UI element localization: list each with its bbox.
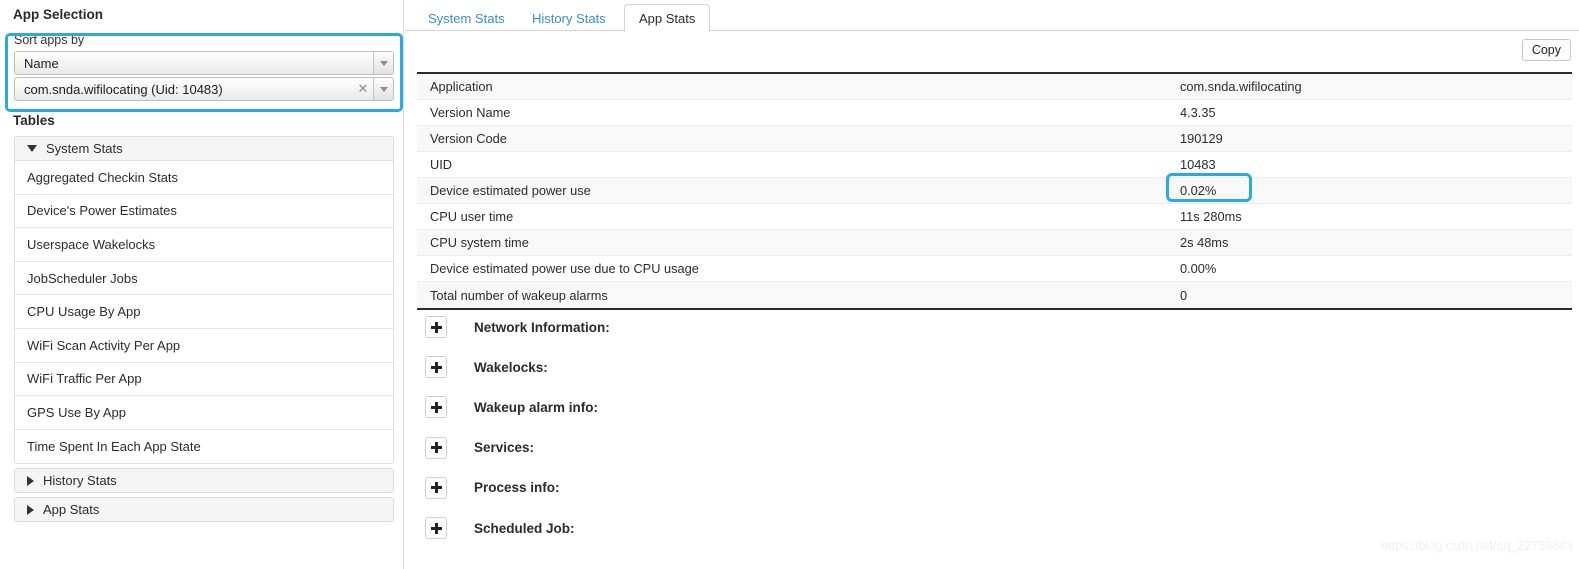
table-cell-key: Application <box>430 79 493 94</box>
table-row: CPU user time 11s 280ms <box>417 204 1572 230</box>
accordion-header-label: App Stats <box>43 502 100 518</box>
plus-icon[interactable] <box>425 436 447 459</box>
accordion-header-history-stats[interactable]: History Stats <box>14 468 394 494</box>
section-label: Wakelocks: <box>474 359 548 375</box>
tab-history-stats[interactable]: History Stats <box>517 4 621 32</box>
accordion-header-label: System Stats <box>46 141 123 156</box>
app-selection-heading: App Selection <box>13 7 104 22</box>
tab-system-stats[interactable]: System Stats <box>413 4 520 32</box>
sort-apps-by-label: Sort apps by <box>14 33 85 47</box>
table-row: UID 10483 <box>417 152 1572 178</box>
table-cell-value: 2s 48ms <box>1180 235 1229 250</box>
accordion-group-system-stats: System Stats Aggregated Checkin Stats De… <box>14 136 394 465</box>
section-label: Network Information: <box>474 319 610 335</box>
copy-button[interactable]: Copy <box>1521 39 1571 61</box>
table-cell-key: CPU user time <box>430 209 514 224</box>
section-label: Services: <box>474 440 535 456</box>
table-list-item[interactable]: GPS Use By App <box>15 396 393 430</box>
plus-icon[interactable] <box>425 356 447 379</box>
section-label: Scheduled Job: <box>474 520 575 536</box>
section-scheduled-job[interactable]: Scheduled Job: <box>417 508 1417 548</box>
table-cell-key: Total number of wakeup alarms <box>430 287 608 303</box>
table-cell-key: CPU system time <box>430 235 529 250</box>
tables-heading: Tables <box>13 113 55 128</box>
chevron-down-icon[interactable] <box>373 52 393 74</box>
accordion-group-app-stats: App Stats <box>14 497 394 523</box>
table-cell-key: Device estimated power use due to CPU us… <box>430 261 699 276</box>
triangle-right-icon <box>27 475 34 486</box>
triangle-right-icon <box>27 504 34 515</box>
chevron-down-icon[interactable] <box>373 78 393 100</box>
section-wakeup-alarm-info[interactable]: Wakeup alarm info: <box>417 387 1417 427</box>
expandable-sections: Network Information: Wakelocks: Wakeup a… <box>417 307 1417 548</box>
accordion-header-app-stats[interactable]: App Stats <box>14 497 394 523</box>
battery-historian-app-stats-page: App Selection Sort apps by Name com.snda… <box>0 0 1579 569</box>
plus-icon[interactable] <box>425 396 447 419</box>
table-cell-value: 190129 <box>1180 131 1223 146</box>
plus-icon[interactable] <box>425 476 447 499</box>
section-network-information[interactable]: Network Information: <box>417 307 1417 347</box>
table-cell-value: 0 <box>1180 287 1188 303</box>
sidebar: App Selection Sort apps by Name com.snda… <box>0 0 404 569</box>
tab-app-stats[interactable]: App Stats <box>624 4 711 32</box>
section-services[interactable]: Services: <box>417 428 1417 468</box>
table-list-item[interactable]: WiFi Traffic Per App <box>15 363 393 397</box>
section-label: Wakeup alarm info: <box>474 399 599 415</box>
accordion-group-history-stats: History Stats <box>14 468 394 494</box>
close-icon[interactable]: ✕ <box>353 78 373 100</box>
table-cell-value: com.snda.wifilocating <box>1180 79 1302 94</box>
table-row: Device estimated power use 0.02% <box>417 178 1572 204</box>
table-row: Version Name 4.3.35 <box>417 100 1572 126</box>
section-wakelocks[interactable]: Wakelocks: <box>417 347 1417 387</box>
table-row: Application com.snda.wifilocating <box>417 74 1572 100</box>
table-list-item[interactable]: Time Spent In Each App State <box>15 430 393 464</box>
table-row: Version Code 190129 <box>417 126 1572 152</box>
table-cell-value: 11s 280ms <box>1180 209 1242 224</box>
section-process-info[interactable]: Process info: <box>417 468 1417 508</box>
table-list-item[interactable]: JobScheduler Jobs <box>15 262 393 296</box>
table-cell-value: 10483 <box>1180 157 1216 172</box>
accordion-header-system-stats[interactable]: System Stats <box>14 136 394 161</box>
table-list-item[interactable]: WiFi Scan Activity Per App <box>15 329 393 363</box>
table-list-item[interactable]: Device's Power Estimates <box>15 195 393 229</box>
table-cell-key: Version Name <box>430 105 511 120</box>
app-stats-table: Application com.snda.wifilocating Versio… <box>417 72 1572 310</box>
tables-accordion: System Stats Aggregated Checkin Stats De… <box>14 136 394 526</box>
table-cell-value: 0.02% <box>1180 183 1217 198</box>
table-row: Device estimated power use due to CPU us… <box>417 256 1572 282</box>
app-package-select[interactable]: com.snda.wifilocating (Uid: 10483) ✕ <box>14 77 394 101</box>
tab-bar: System Stats History Stats App Stats <box>405 0 1579 32</box>
table-cell-key: Version Code <box>430 131 507 146</box>
plus-icon[interactable] <box>425 316 447 339</box>
table-list-item[interactable]: CPU Usage By App <box>15 295 393 329</box>
table-list-item[interactable]: Userspace Wakelocks <box>15 228 393 262</box>
table-list-item[interactable]: Aggregated Checkin Stats <box>15 161 393 195</box>
sort-apps-by-value: Name <box>24 55 59 71</box>
accordion-body-system-stats: Aggregated Checkin Stats Device's Power … <box>14 161 394 465</box>
accordion-header-label: History Stats <box>43 473 117 489</box>
sort-apps-by-select[interactable]: Name <box>14 51 394 75</box>
plus-icon[interactable] <box>425 517 447 540</box>
table-cell-key: Device estimated power use <box>430 183 591 198</box>
table-cell-value: 0.00% <box>1180 261 1217 276</box>
table-cell-key: UID <box>430 157 453 172</box>
triangle-down-icon <box>27 145 37 152</box>
table-cell-value: 4.3.35 <box>1180 105 1216 120</box>
table-row: CPU system time 2s 48ms <box>417 230 1572 256</box>
app-package-value: com.snda.wifilocating (Uid: 10483) <box>24 81 223 97</box>
section-label: Process info: <box>474 480 560 496</box>
main-content: System Stats History Stats App Stats Cop… <box>405 0 1579 569</box>
watermark-text: https://blog.csdn.net/qq_22753843 <box>1381 539 1573 553</box>
table-row: Total number of wakeup alarms 0 <box>417 282 1572 308</box>
